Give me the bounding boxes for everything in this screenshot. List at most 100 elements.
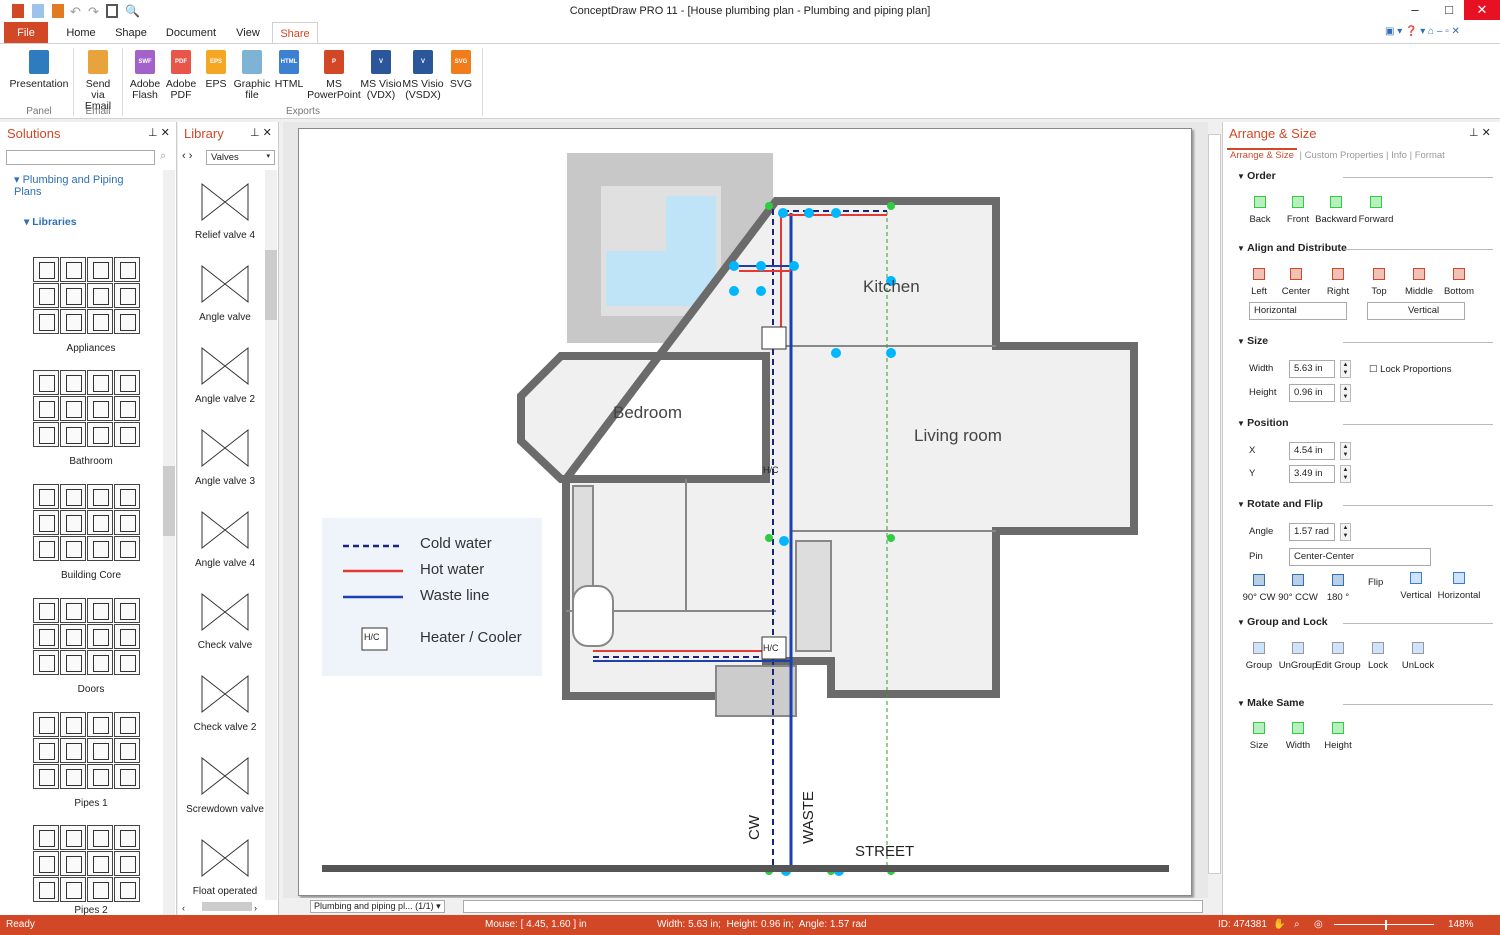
library-shape[interactable] [60,738,86,763]
library-shape[interactable] [33,396,59,421]
library-shape[interactable] [87,624,113,649]
canvas-vscroll[interactable] [1208,122,1221,915]
library-shape[interactable] [114,877,140,902]
library-shape[interactable] [114,825,140,850]
distribute-vertical-select[interactable]: Vertical [1367,302,1465,320]
visio-vsdx-button[interactable]: V MS Visio (VSDX) [402,50,444,101]
library-hscroll[interactable]: ‹ › [182,902,272,914]
zoom-slider-thumb[interactable] [1385,920,1387,930]
pin-icon[interactable]: ⊥ ✕ [148,126,170,139]
library-shape[interactable] [33,851,59,876]
section-size[interactable]: Size [1237,335,1268,347]
position-x-input[interactable]: 4.54 in [1289,442,1335,460]
library-select[interactable]: Valves ▾ [206,150,275,165]
library-shape[interactable] [87,712,113,737]
library-shape[interactable] [60,422,86,447]
section-align[interactable]: Align and Distribute [1237,242,1347,254]
library-shape[interactable] [33,536,59,561]
library-shape[interactable] [114,598,140,623]
library-shape[interactable] [114,370,140,395]
library-item[interactable]: Float operated [182,826,268,908]
library-shape[interactable] [114,650,140,675]
fit-icon[interactable]: ◎ [1314,915,1323,935]
library-shape[interactable] [87,257,113,282]
library-shape[interactable] [60,510,86,535]
library-shape[interactable] [87,825,113,850]
rotate-180--button[interactable]: 180 ° [1313,574,1363,603]
svg-file-button[interactable]: SVG SVG [446,50,476,90]
pan-hand-icon[interactable]: ✋ [1273,915,1285,935]
library-shape[interactable] [114,536,140,561]
library-shape[interactable] [60,257,86,282]
library-shape[interactable] [87,422,113,447]
library-shape[interactable] [60,825,86,850]
library-shape[interactable] [114,738,140,763]
section-position[interactable]: Position [1237,417,1288,429]
order-forward-button[interactable]: Forward [1351,196,1401,225]
library-shape[interactable] [114,396,140,421]
library-shape[interactable] [60,851,86,876]
tab-format[interactable]: Format [1415,150,1445,161]
library-item[interactable]: Angle valve 2 [182,334,268,416]
library-shape[interactable] [114,851,140,876]
library-shape[interactable] [87,877,113,902]
same-height-button[interactable]: Height [1313,722,1363,751]
library-shape[interactable] [60,536,86,561]
group-unlock-button[interactable]: UnLock [1393,642,1443,671]
library-shape[interactable] [87,283,113,308]
library-shape[interactable] [114,764,140,789]
flip-horizontal-button[interactable]: Horizontal [1434,572,1484,601]
tab-home[interactable]: Home [58,22,104,44]
angle-spinner[interactable]: ▲ ▼ [1340,523,1351,541]
image-file-button[interactable]: Graphic file [232,50,272,101]
position-x-spinner[interactable]: ▲ ▼ [1340,442,1351,460]
library-shape[interactable] [33,624,59,649]
library-shape[interactable] [87,738,113,763]
library-shape[interactable] [114,510,140,535]
library-shape[interactable] [33,764,59,789]
tab-file[interactable]: File [4,22,48,44]
visio-vdx-button[interactable]: V MS Visio (VDX) [360,50,402,101]
floor-plan[interactable] [299,129,1193,897]
library-shape[interactable] [87,510,113,535]
tree-item-plumbing[interactable]: ▾ Plumbing and Piping Plans [14,173,134,198]
tab-share[interactable]: Share [272,22,318,44]
library-shape[interactable] [33,422,59,447]
library-shape[interactable] [60,396,86,421]
section-group[interactable]: Group and Lock [1237,616,1328,628]
library-shape[interactable] [114,624,140,649]
maximize-button[interactable]: □ [1434,0,1464,20]
powerpoint-button[interactable]: P MS PowerPoint [306,50,362,101]
drawing-page[interactable]: Kitchen Bedroom Living room H/C H/C CW W… [298,128,1192,896]
position-y-input[interactable]: 3.49 in [1289,465,1335,483]
library-shape[interactable] [33,825,59,850]
library-shape[interactable] [60,877,86,902]
tab-arrange-size[interactable]: Arrange & Size [1227,148,1297,161]
library-shape[interactable] [33,598,59,623]
library-item[interactable]: Screwdown valve [182,744,268,826]
library-shape[interactable] [60,624,86,649]
library-shape[interactable] [33,370,59,395]
tab-view[interactable]: View [230,22,266,44]
library-shape[interactable] [33,738,59,763]
angle-input[interactable]: 1.57 rad [1289,523,1335,541]
library-item[interactable]: Angle valve 3 [182,416,268,498]
section-same[interactable]: Make Same [1237,697,1304,709]
library-shape[interactable] [60,712,86,737]
library-shape[interactable] [114,484,140,509]
library-shape[interactable] [33,510,59,535]
eps-file-button[interactable]: EPS EPS [202,50,230,90]
library-shape[interactable] [87,764,113,789]
library-nav-arrows[interactable]: ‹ › [182,150,192,162]
tab-info[interactable]: Info [1391,150,1407,161]
library-item[interactable]: Check valve 2 [182,662,268,744]
library-shape[interactable] [33,877,59,902]
library-shape[interactable] [33,283,59,308]
canvas-hscroll[interactable] [463,900,1203,913]
height-spinner[interactable]: ▲ ▼ [1340,384,1351,402]
library-shape[interactable] [87,650,113,675]
library-shape[interactable] [114,257,140,282]
library-shape[interactable] [87,396,113,421]
width-spinner[interactable]: ▲ ▼ [1340,360,1351,378]
library-shape[interactable] [33,257,59,282]
